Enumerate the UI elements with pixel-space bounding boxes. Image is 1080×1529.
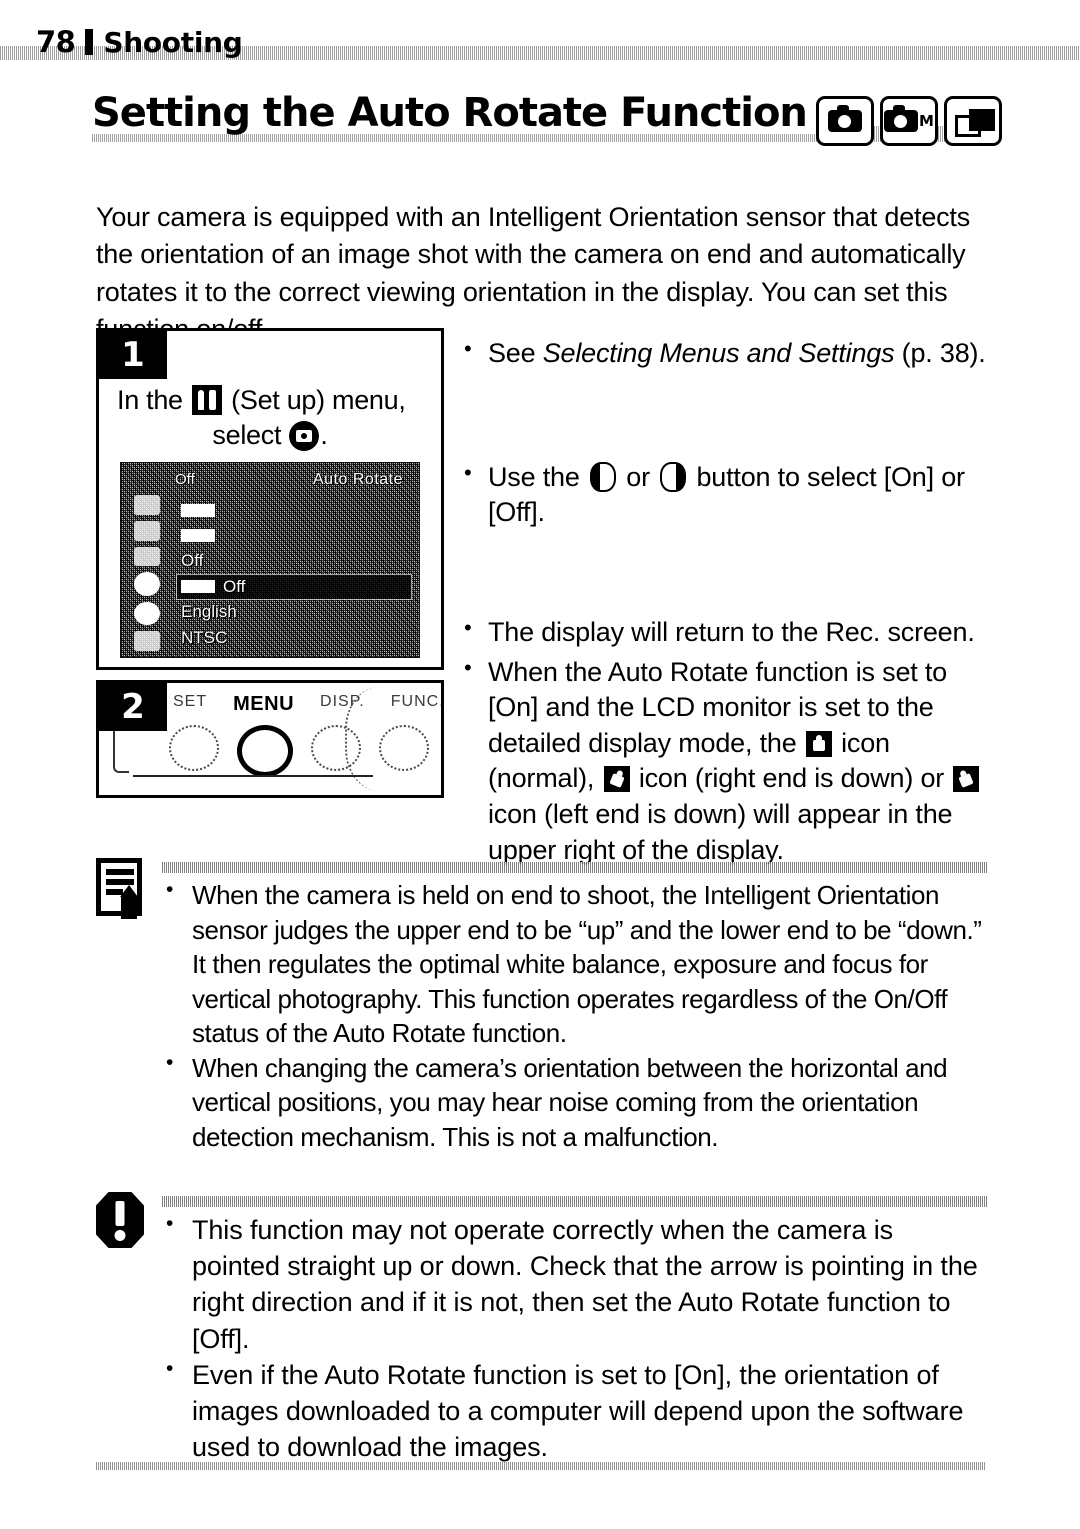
memo-note-block: When the camera is held on end to shoot,… bbox=[96, 858, 988, 1155]
right-button-icon bbox=[660, 461, 687, 492]
step-notes-column: See Selecting Menus and Settings (p. 38)… bbox=[462, 334, 990, 869]
camera-glyph bbox=[828, 105, 862, 132]
lcd-rail-icon-selected bbox=[134, 572, 160, 596]
bullet-part4: icon (left end is down) will appear in t… bbox=[488, 799, 953, 865]
auto-rotate-menu-icon bbox=[289, 420, 320, 451]
step-column: 1 In the (Set up) menu, select . Off Aut… bbox=[96, 328, 444, 798]
lcd-screen-title: Auto Rotate bbox=[313, 471, 403, 489]
camera-bottom-edge bbox=[133, 775, 373, 787]
step-1-line2-after: . bbox=[320, 419, 328, 450]
lcd-row-label: NTSC bbox=[181, 627, 228, 647]
running-head-inner: 78 Shooting bbox=[36, 26, 243, 57]
camera-menu-button-highlighted bbox=[237, 725, 293, 777]
bullet-display-return: The display will return to the Rec. scre… bbox=[462, 613, 990, 651]
stitch-glyph bbox=[955, 109, 995, 137]
caution-note-item: Even if the Auto Rotate function is set … bbox=[162, 1355, 988, 1466]
camera-button-label-menu: MENU bbox=[233, 693, 295, 715]
page-title: Setting the Auto Rotate Function bbox=[92, 92, 817, 134]
bullet-middle: or bbox=[618, 461, 658, 492]
bullet-italic-reference: Selecting Menus and Settings bbox=[542, 338, 895, 368]
mode-manual-letter: M bbox=[919, 111, 934, 130]
header-divider-icon bbox=[85, 29, 94, 55]
bullet-auto-rotate-icons: When the Auto Rotate function is set to … bbox=[462, 653, 990, 869]
lcd-rail-icon bbox=[134, 495, 160, 515]
lcd-menu-row: English bbox=[177, 600, 411, 624]
memo-note-rule bbox=[162, 862, 988, 873]
camera-manual-mode-icon: M bbox=[880, 96, 938, 146]
lcd-row-label: English bbox=[181, 602, 237, 622]
bullet-see-selecting-menus: See Selecting Menus and Settings (p. 38)… bbox=[462, 334, 990, 372]
bullet-before: Use the bbox=[488, 461, 587, 492]
page-number: 78 bbox=[36, 25, 76, 59]
camera-glyph bbox=[884, 105, 919, 132]
caution-exclamation-icon bbox=[96, 1192, 148, 1254]
memo-note-item: When changing the camera’s orientation b… bbox=[162, 1049, 988, 1155]
caution-note-list: This function may not operate correctly … bbox=[162, 1192, 988, 1465]
camera-lcd-screenshot: Off Auto Rotate Off Off English NTSC bbox=[120, 462, 420, 659]
step-1-text-before: In the bbox=[117, 385, 190, 415]
caution-note-block: This function may not operate correctly … bbox=[96, 1192, 988, 1465]
setup-wrench-icon bbox=[191, 385, 222, 415]
step-1-number: 1 bbox=[99, 331, 167, 379]
camera-button-label-set: SET bbox=[173, 693, 208, 710]
step-2-number: 2 bbox=[99, 683, 167, 731]
title-row: Setting the Auto Rotate Function M bbox=[0, 92, 1080, 154]
memo-pencil-icon bbox=[96, 858, 148, 920]
section-name: Shooting bbox=[103, 26, 243, 59]
memo-note-item: When the camera is held on end to shoot,… bbox=[162, 876, 988, 1051]
bullet-suffix: (p. 38). bbox=[894, 338, 986, 368]
bullet-part3: icon (right end is down) or bbox=[631, 763, 952, 794]
caution-note-rule bbox=[162, 1196, 988, 1207]
left-button-icon bbox=[589, 461, 616, 492]
caution-note-item: This function may not operate correctly … bbox=[162, 1210, 988, 1357]
lcd-rail-icon bbox=[134, 520, 160, 541]
lcd-menu-row bbox=[177, 499, 411, 523]
step-1-text-after: (Set up) menu, bbox=[223, 385, 406, 415]
mode-icon-group: M bbox=[816, 96, 1002, 146]
camera-set-button bbox=[169, 725, 219, 771]
running-head: 78 Shooting bbox=[0, 28, 1080, 62]
rotate-left-down-icon bbox=[953, 766, 980, 793]
lcd-row-label: Off bbox=[223, 576, 246, 596]
memo-note-list: When the camera is held on end to shoot,… bbox=[162, 858, 988, 1155]
lcd-menu-row bbox=[177, 524, 411, 548]
step-1-line2-before: select bbox=[212, 419, 289, 450]
lcd-menu-row: NTSC bbox=[177, 626, 411, 650]
intro-paragraph: Your camera is equipped with an Intellig… bbox=[96, 202, 971, 344]
stitch-assist-mode-icon bbox=[944, 96, 1002, 146]
bullet-use-button-select: Use the or button to select [On] or [Off… bbox=[462, 458, 990, 531]
bottom-rule bbox=[96, 1462, 986, 1470]
lcd-menu-row-selected: Off bbox=[177, 574, 411, 599]
lcd-rail-icon bbox=[134, 601, 160, 626]
step-1-box: 1 In the (Set up) menu, select . Off Aut… bbox=[96, 328, 444, 670]
bullet-prefix: See bbox=[488, 338, 543, 368]
rotate-right-down-icon bbox=[603, 766, 630, 793]
camera-auto-mode-icon bbox=[816, 96, 874, 146]
lcd-tab-label: Off bbox=[175, 471, 195, 489]
lcd-row-label: Off bbox=[181, 551, 204, 571]
lcd-menu-rows: Off Off English NTSC bbox=[177, 497, 411, 651]
rotate-normal-icon bbox=[805, 730, 832, 757]
lcd-rail-icon bbox=[134, 546, 160, 567]
lcd-icon-rail bbox=[127, 495, 167, 652]
step-2-box: SET MENU DISP. FUNC. 2 bbox=[96, 680, 444, 798]
lcd-menu-row: Off bbox=[177, 549, 411, 573]
lcd-rail-icon bbox=[134, 631, 160, 652]
